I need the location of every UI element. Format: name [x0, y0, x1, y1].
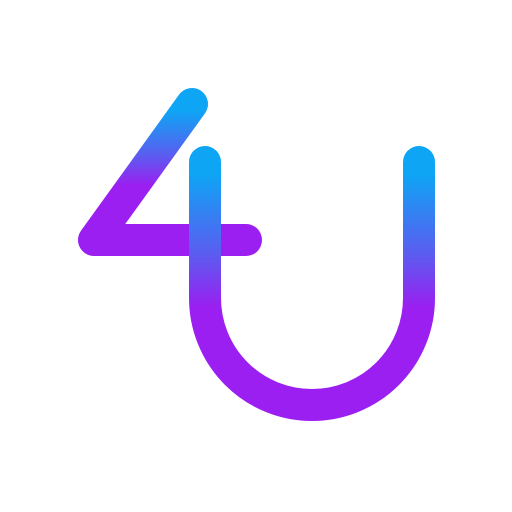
u-stroke [189, 146, 435, 421]
four-diagonal-stroke [78, 88, 262, 256]
logo-canvas [0, 0, 512, 512]
4u-logo-icon [78, 88, 435, 421]
